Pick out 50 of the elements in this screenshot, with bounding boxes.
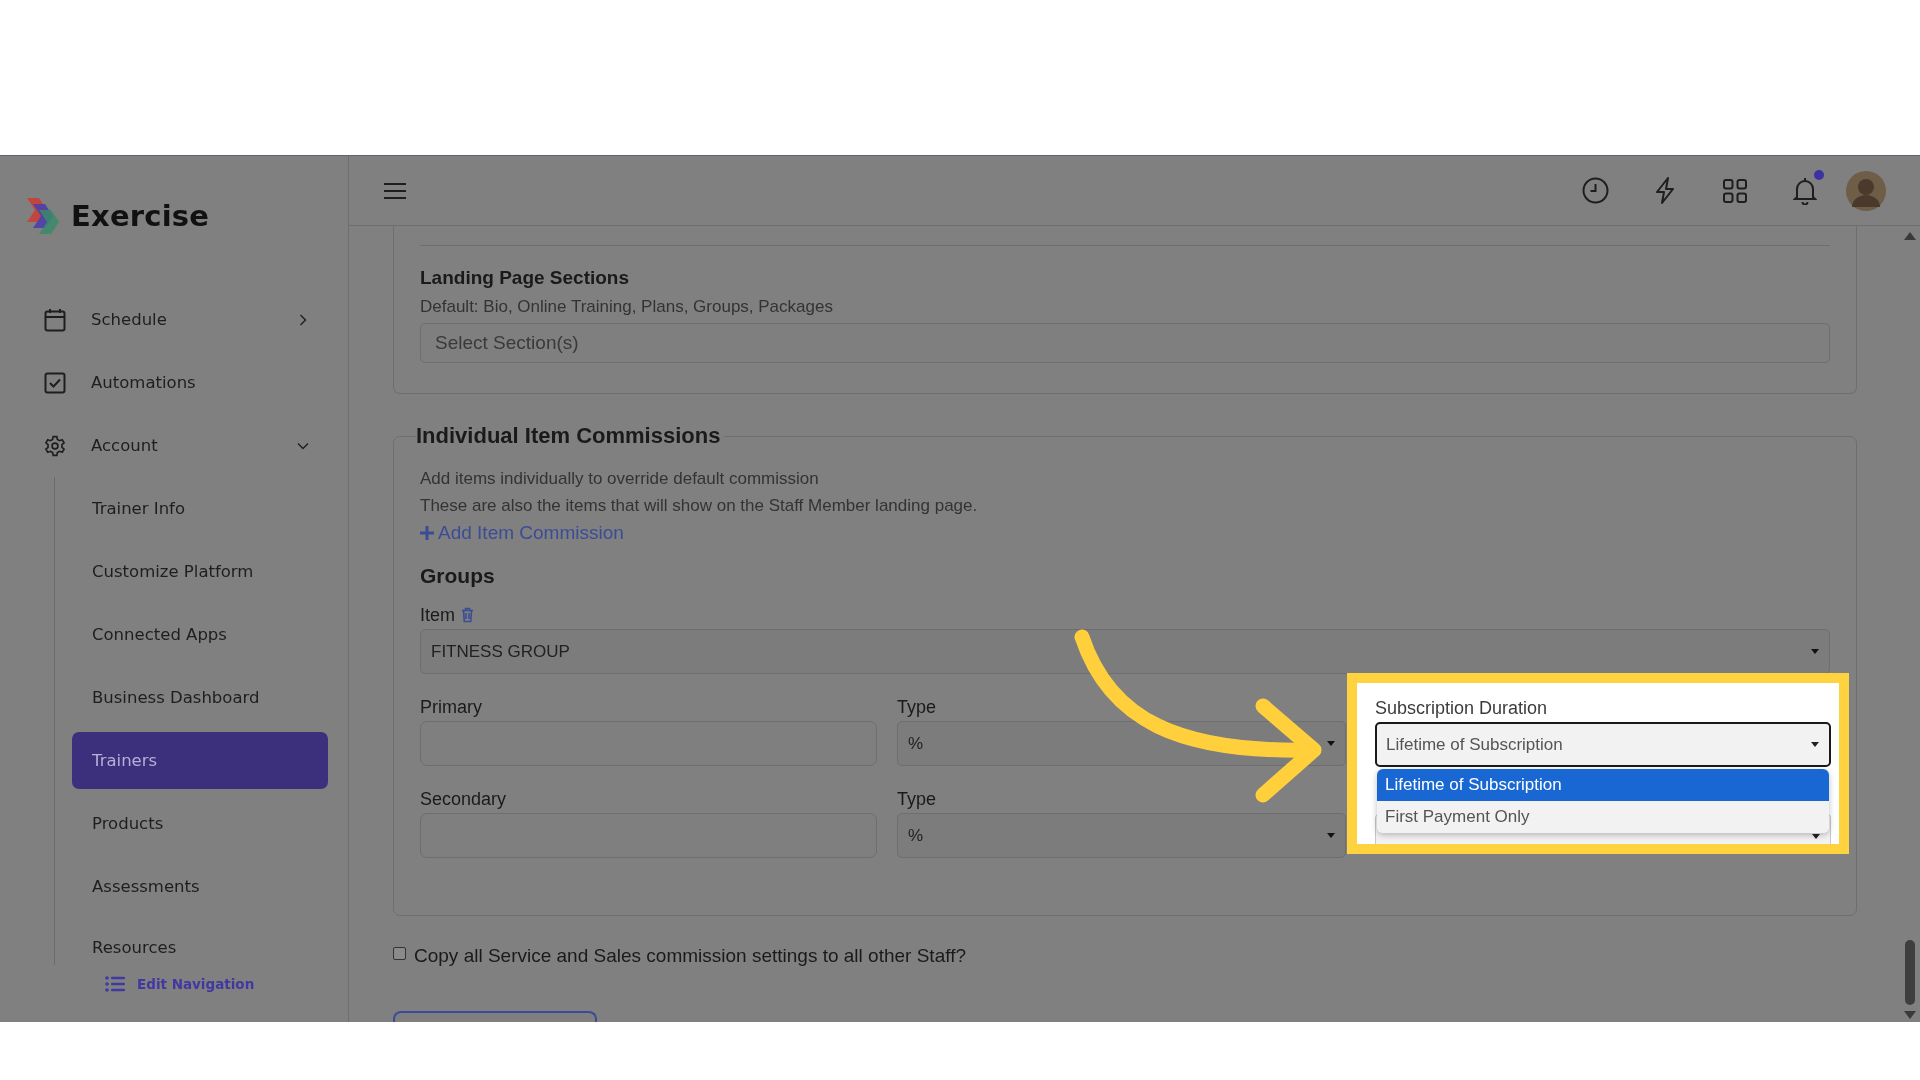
field-label: Type bbox=[897, 788, 938, 811]
section-title: Individual Item Commissions bbox=[416, 423, 722, 449]
group-title: Groups bbox=[420, 563, 496, 589]
plus-icon[interactable] bbox=[420, 526, 434, 540]
checkbox-label: Copy all Service and Sales commission settings to all other Staff? bbox=[414, 944, 966, 968]
trash-icon[interactable] bbox=[461, 607, 474, 623]
field-label: Secondary bbox=[420, 788, 508, 811]
description-text: These are also the items that will show on the Staff Member landing page. bbox=[420, 495, 979, 517]
caret-icon bbox=[1811, 742, 1819, 747]
apps-icon[interactable] bbox=[1723, 178, 1747, 203]
brand-name: Exercise bbox=[71, 198, 210, 235]
nav-item[interactable]: Products bbox=[72, 795, 328, 852]
nav-item[interactable]: Resources bbox=[72, 921, 328, 965]
nav-item[interactable]: Assessments bbox=[72, 858, 328, 915]
nav-item[interactable]: Customize Platform bbox=[72, 543, 328, 600]
settings-icon bbox=[44, 433, 66, 458]
nav-item[interactable]: Business Dashboard bbox=[72, 669, 328, 726]
bell-icon[interactable] bbox=[1793, 176, 1817, 205]
select-field[interactable]: FITNESS GROUP bbox=[420, 629, 1830, 674]
logo-icon bbox=[25, 196, 61, 236]
nav-item[interactable]: Trainer Info bbox=[72, 480, 328, 537]
caret-icon bbox=[1327, 833, 1335, 838]
clock-icon[interactable] bbox=[1581, 177, 1609, 204]
nav-item[interactable]: Trainers bbox=[72, 732, 328, 789]
caret-icon bbox=[1811, 649, 1819, 654]
menu-icon[interactable] bbox=[384, 181, 406, 200]
calendar-icon bbox=[44, 307, 66, 332]
field-label: Type bbox=[897, 696, 938, 719]
avatar[interactable] bbox=[1846, 170, 1886, 211]
select-field[interactable]: % bbox=[897, 813, 1346, 858]
select-field[interactable]: Lifetime of Subscription bbox=[1375, 722, 1831, 767]
select-field[interactable]: Select Section(s) bbox=[420, 323, 1830, 363]
nav-item[interactable]: Schedule bbox=[0, 288, 310, 351]
checkbox-icon bbox=[44, 371, 66, 394]
edit-navigation-link[interactable]: Edit Navigation bbox=[137, 974, 255, 994]
dropdown-option[interactable]: Lifetime of Subscription bbox=[1377, 769, 1829, 801]
nav-item[interactable]: Automations bbox=[0, 351, 310, 414]
nav-item[interactable]: Account bbox=[0, 414, 310, 477]
description-text: Add items individually to override default commission bbox=[420, 468, 820, 490]
section-title: Landing Page Sections bbox=[420, 266, 631, 290]
checkbox[interactable] bbox=[393, 946, 406, 960]
field-label: Primary bbox=[420, 696, 483, 719]
nav-item[interactable]: Connected Apps bbox=[72, 606, 328, 663]
caret-icon bbox=[1327, 741, 1335, 746]
field-label: Subscription Duration bbox=[1375, 698, 1549, 718]
dropdown-option[interactable]: First Payment Only bbox=[1377, 801, 1829, 833]
field-label: Item bbox=[420, 604, 455, 627]
lightning-icon[interactable] bbox=[1655, 177, 1675, 204]
list-icon bbox=[105, 975, 125, 993]
hint-text: Default: Bio, Online Training, Plans, Groups, Packages bbox=[420, 296, 834, 318]
